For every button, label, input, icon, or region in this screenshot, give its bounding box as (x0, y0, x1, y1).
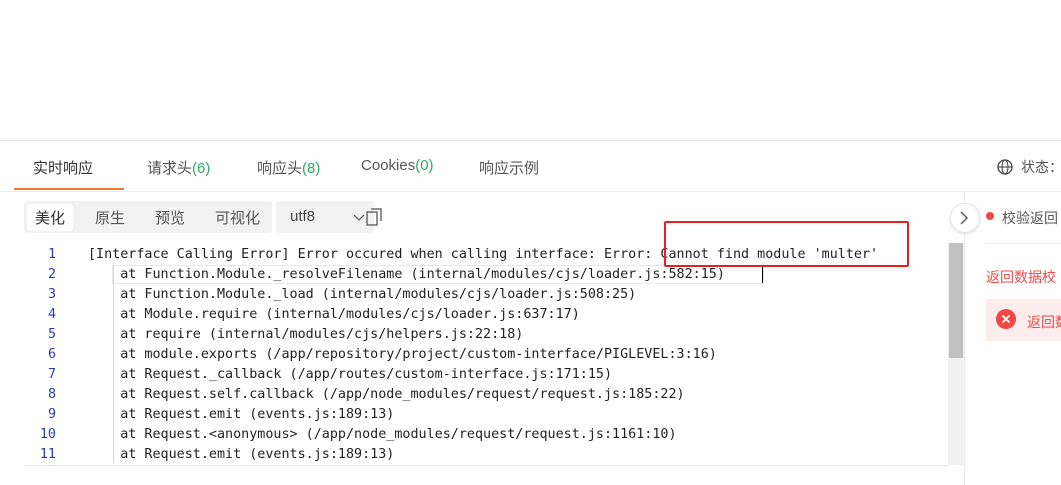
line-number: 9 (47, 407, 56, 422)
panel-divider (964, 191, 965, 485)
tab-count: (6) (192, 160, 211, 177)
code-line: 11 at Request.emit (events.js:189:13) (24, 445, 964, 465)
collapse-panel-button[interactable] (950, 203, 980, 233)
line-number: 6 (47, 347, 56, 362)
response-body-editor[interactable]: 1 [Interface Calling Error] Error occured… (24, 243, 964, 465)
line-number: 4 (47, 307, 56, 322)
status-dot (986, 212, 994, 220)
code-text: at Request.emit (events.js:189:13) (88, 407, 395, 422)
code-text: at Request.emit (events.js:189:13) (88, 447, 395, 462)
mode-preview[interactable]: 预览 (155, 207, 185, 228)
top-blank-area (0, 0, 1061, 140)
line-number: 10 (39, 427, 56, 442)
line-number: 7 (47, 367, 56, 382)
line-number: 3 (47, 287, 56, 302)
tab-label: 响应头 (257, 160, 303, 177)
code-line: 8 at Request.self.callback (/app/node_mo… (24, 385, 964, 405)
line-number: 11 (39, 447, 56, 462)
tab-response-example[interactable]: 响应示例 (479, 157, 539, 178)
tab-response-headers[interactable]: 响应头(8) (257, 157, 320, 178)
tab-request-headers[interactable]: 请求头(6) (147, 157, 210, 178)
status-area: 状态： (997, 157, 1061, 177)
validation-title: 返回数据校 (986, 269, 1056, 285)
code-line: 9 at Request.emit (events.js:189:13) (24, 405, 964, 425)
scrollbar-thumb[interactable] (949, 243, 963, 358)
code-line: 5 at require (internal/modules/cjs/helpe… (24, 325, 964, 345)
editor-bottom-border (24, 465, 948, 466)
code-line: 10 at Request.<anonymous> (/app/node_mod… (24, 425, 964, 445)
chevron-right-icon (960, 211, 968, 225)
validation-error-alert: 返回数 (986, 299, 1061, 341)
line-number: 5 (47, 327, 56, 342)
code-line: 6 at module.exports (/app/repository/pro… (24, 345, 964, 365)
code-line: 4 at Module.require (internal/modules/cj… (24, 305, 964, 325)
right-panel-divider (985, 243, 1061, 244)
line-number: 8 (47, 387, 56, 402)
tab-label: 实时响应 (33, 160, 94, 177)
editor-scrollbar[interactable] (948, 243, 964, 465)
line-number: 1 (47, 247, 56, 262)
encoding-value: utf8 (290, 208, 316, 225)
tab-cookies[interactable]: Cookies(0) (361, 157, 434, 174)
tab-label: 请求头 (147, 160, 193, 177)
mode-beautify[interactable]: 美化 (27, 204, 74, 231)
tab-count: (0) (415, 157, 434, 174)
code-text: at Function.Module._load (internal/modul… (88, 287, 637, 302)
response-tabs: 实时响应 请求头(6) 响应头(8) Cookies(0) 响应示例 (0, 141, 1061, 192)
view-mode-switch: 美化 原生 预览 可视化 (24, 201, 272, 233)
tab-realtime-response[interactable]: 实时响应 (33, 157, 93, 178)
code-text: at require (internal/modules/cjs/helpers… (88, 327, 524, 342)
check-response-label[interactable]: 校验返回 (1002, 208, 1058, 228)
chevron-down-icon (353, 214, 365, 221)
code-line: 2 at Function.Module._resolveFilename (i… (24, 265, 964, 285)
code-text: at Request.self.callback (/app/node_modu… (88, 387, 685, 402)
globe-icon (997, 159, 1013, 175)
tab-label: Cookies (361, 157, 416, 174)
tab-count: (8) (302, 160, 321, 177)
code-line: 7 at Request._callback (/app/routes/cust… (24, 365, 964, 385)
tab-label: 响应示例 (479, 160, 540, 177)
code-text: at Module.require (internal/modules/cjs/… (88, 307, 580, 322)
mode-visualize[interactable]: 可视化 (215, 207, 260, 228)
code-text: at module.exports (/app/repository/proje… (88, 347, 717, 362)
active-tab-underline (14, 188, 124, 190)
mode-raw[interactable]: 原生 (95, 207, 125, 228)
status-label: 状态： (1021, 159, 1061, 175)
error-icon (996, 309, 1016, 329)
encoding-select[interactable]: utf8 (276, 201, 374, 233)
code-text: at Function.Module._resolveFilename (int… (88, 267, 725, 282)
code-line: 3 at Function.Module._load (internal/mod… (24, 285, 964, 305)
code-text: at Request._callback (/app/routes/custom… (88, 367, 613, 382)
line-number: 2 (47, 267, 56, 282)
error-highlight-box (664, 221, 909, 267)
copy-icon[interactable] (366, 208, 382, 226)
code-text: at Request.<anonymous> (/app/node_module… (88, 427, 677, 442)
alert-text: 返回数 (1027, 314, 1061, 330)
